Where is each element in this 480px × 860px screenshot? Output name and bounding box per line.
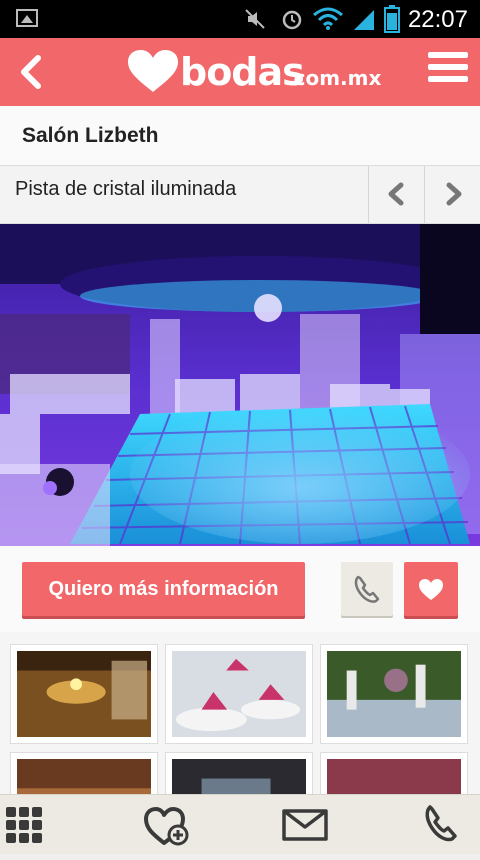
thumbnail-image (327, 651, 461, 737)
hamburger-line (428, 76, 468, 82)
gallery-thumbnail[interactable] (320, 752, 468, 794)
bottom-nav-favorites[interactable] (120, 795, 240, 855)
hamburger-line (428, 64, 468, 70)
main-venue-photo[interactable] (0, 224, 480, 546)
favorite-button[interactable] (404, 562, 458, 616)
chevron-left-icon (21, 55, 41, 89)
chevron-left-icon (388, 182, 404, 206)
photo-caption: Pista de cristal iluminada (15, 178, 237, 200)
gallery-thumbnail[interactable] (165, 752, 313, 794)
app-header: bodas .com.mx (0, 38, 480, 106)
grid-icon (6, 807, 42, 843)
gallery-thumbnail[interactable] (320, 644, 468, 744)
thumbnail-image (327, 759, 461, 794)
thumbnail-image (172, 759, 306, 794)
signal-icon (354, 10, 374, 30)
gallery-thumbnail[interactable] (165, 644, 313, 744)
action-bar: Quiero más información (0, 546, 480, 632)
battery-icon (384, 5, 400, 33)
gallery-thumbnail[interactable] (10, 752, 158, 794)
heart-add-icon (144, 807, 189, 846)
chevron-right-icon (446, 182, 462, 206)
next-photo-button[interactable] (424, 166, 480, 223)
wifi-icon (313, 7, 343, 30)
illuminated-dance-floor-image (0, 224, 480, 546)
alarm-icon (282, 10, 302, 30)
venue-name: Salón Lizbeth (22, 124, 159, 147)
mail-icon (282, 809, 328, 841)
bottom-nav-grid[interactable] (0, 795, 120, 855)
bottom-navigation (0, 794, 480, 854)
heart-logo-icon (128, 50, 178, 92)
thumbnail-image (172, 651, 306, 737)
phone-icon (425, 805, 457, 842)
request-info-button[interactable]: Quiero más información (22, 562, 305, 616)
hamburger-menu-icon (428, 52, 468, 58)
photo-gallery (0, 632, 480, 794)
bottom-nav-messages[interactable] (240, 795, 360, 855)
heart-icon (419, 579, 443, 600)
mute-icon (245, 9, 265, 29)
logo-tld: .com.mx (286, 66, 382, 90)
photo-caption-bar: Pista de cristal iluminada (0, 166, 480, 224)
prev-photo-button[interactable] (368, 166, 424, 223)
phone-icon (354, 575, 380, 603)
menu-button[interactable] (428, 52, 468, 92)
gallery-thumbnail[interactable] (10, 644, 158, 744)
venue-title-bar: Salón Lizbeth (0, 106, 480, 166)
thumbnail-image (17, 759, 151, 794)
clock: 22:07 (407, 6, 468, 33)
bottom-nav-call[interactable] (360, 795, 480, 855)
status-bar: 22:07 (0, 0, 480, 38)
thumbnail-image (17, 651, 151, 737)
image-notification-icon (16, 9, 38, 27)
back-button[interactable] (8, 42, 68, 102)
bodas-logo[interactable]: bodas .com.mx (128, 46, 381, 98)
call-button[interactable] (341, 562, 393, 616)
